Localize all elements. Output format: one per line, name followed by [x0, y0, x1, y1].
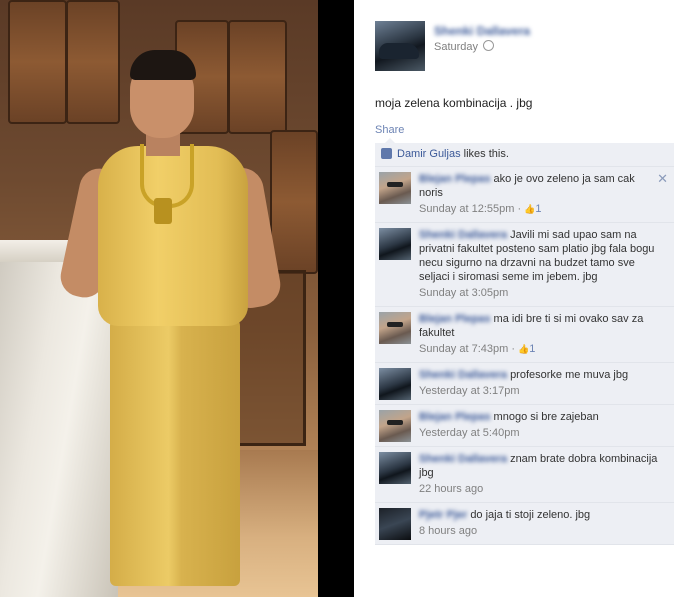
commenter-avatar[interactable]: [379, 410, 411, 442]
comment-meta: Sunday at 3:05pm: [419, 286, 658, 300]
post-time-text[interactable]: Saturday: [434, 41, 478, 53]
photo-viewer-gap: [318, 0, 354, 597]
post-column: Shenki Dallavera Saturday moja zelena ko…: [366, 8, 674, 545]
comment-timestamp[interactable]: Yesterday at 3:17pm: [419, 385, 520, 397]
commenter-avatar[interactable]: [379, 228, 411, 260]
commenter-avatar[interactable]: [379, 452, 411, 484]
comment-item: Blejan Plepas mnogo si bre zajeban Yesterd…: [375, 405, 674, 447]
comment-meta: 22 hours ago: [419, 482, 658, 496]
commenter-avatar[interactable]: [379, 172, 411, 204]
comment-meta: Yesterday at 5:40pm: [419, 426, 658, 440]
comment-meta: Yesterday at 3:17pm: [419, 384, 658, 398]
commenter-name[interactable]: Blejan Plepas: [419, 173, 491, 185]
meta-separator: ·: [508, 343, 519, 355]
post-photo[interactable]: [0, 0, 318, 597]
ufi-arrow: [385, 138, 395, 143]
comment-timestamp[interactable]: 22 hours ago: [419, 483, 483, 495]
author-avatar[interactable]: [375, 21, 425, 71]
comment-timestamp[interactable]: Yesterday at 5:40pm: [419, 427, 520, 439]
comment-item: Blejan Plepas ma idi bre ti si mi ovako s…: [375, 307, 674, 363]
comment-meta: Sunday at 12:55pm · 👍1: [419, 202, 658, 216]
comment-like-count[interactable]: 1: [529, 343, 535, 355]
commenter-name[interactable]: Blejan Plepas: [419, 313, 491, 325]
comment-item: Shenki Dallavera profesorke me muva jbg Ye…: [375, 363, 674, 405]
comment-timestamp[interactable]: 8 hours ago: [419, 525, 477, 537]
comment-body: Shenki Dallavera znam brate dobra kombina…: [419, 447, 658, 502]
comment-timestamp[interactable]: Sunday at 12:55pm: [419, 203, 514, 215]
comment-meta: Sunday at 7:43pm · 👍1: [419, 342, 658, 356]
comment-text: mnogo si bre zajeban: [493, 411, 599, 423]
post-text: moja zelena kombinacija . jbg: [375, 96, 533, 110]
cabinet-door: [8, 0, 67, 124]
commenter-name[interactable]: Blejan Plepas: [419, 411, 491, 423]
commenter-avatar[interactable]: [379, 312, 411, 344]
comment-like-count[interactable]: 1: [535, 203, 541, 215]
person-hair: [130, 50, 196, 80]
likes-suffix: likes this.: [463, 148, 509, 160]
comment-body: Pjetr Pjer do jaja ti stoji zeleno. jbg 8 …: [419, 503, 658, 544]
comment-timestamp[interactable]: Sunday at 7:43pm: [419, 343, 508, 355]
comment-body: Shenki Dallavera profesorke me muva jbg Ye…: [419, 363, 658, 404]
thumbs-up-icon[interactable]: 👍: [518, 344, 529, 354]
post-header: Shenki Dallavera Saturday: [366, 8, 674, 74]
globe-icon: [483, 40, 495, 51]
comment-meta: 8 hours ago: [419, 524, 658, 538]
close-icon[interactable]: ✕: [657, 171, 668, 187]
post-timestamp[interactable]: Saturday: [434, 40, 495, 53]
gold-pendant: [154, 198, 172, 224]
share-link[interactable]: Share: [375, 124, 404, 136]
comment-body: Blejan Plepas ako je ovo zeleno ja sam ca…: [419, 167, 658, 222]
commenter-name[interactable]: Shenki Dallavera: [419, 229, 507, 241]
comment-timestamp[interactable]: Sunday at 3:05pm: [419, 287, 508, 299]
liker-name[interactable]: Damir Guljas: [397, 148, 461, 160]
comment-text: do jaja ti stoji zeleno. jbg: [470, 509, 591, 521]
commenter-name[interactable]: Shenki Dallavera: [419, 369, 507, 381]
person-trousers: [110, 316, 240, 586]
thumbs-up-icon: [381, 148, 392, 159]
likes-row: Damir Guljas likes this.: [375, 143, 674, 167]
comments-section: Damir Guljas likes this. ✕ Blejan Plepas a…: [375, 138, 674, 545]
comment-item: ✕ Blejan Plepas ako je ovo zeleno ja sam c…: [375, 167, 674, 223]
comment-body: Shenki Dallavera Javili mi sad upao sam n…: [419, 223, 658, 306]
commenter-avatar[interactable]: [379, 368, 411, 400]
commenter-name[interactable]: Pjetr Pjer: [419, 509, 467, 521]
comment-text: profesorke me muva jbg: [510, 369, 629, 381]
author-name[interactable]: Shenki Dallavera: [434, 24, 530, 38]
comment-item: Shenki Dallavera Javili mi sad upao sam n…: [375, 223, 674, 307]
commenter-name[interactable]: Shenki Dallavera: [419, 453, 507, 465]
comment-body: Blejan Plepas mnogo si bre zajeban Yesterd…: [419, 405, 658, 446]
comment-item: Pjetr Pjer do jaja ti stoji zeleno. jbg 8 …: [375, 503, 674, 545]
meta-separator: ·: [514, 203, 525, 215]
comment-body: Blejan Plepas ma idi bre ti si mi ovako s…: [419, 307, 658, 362]
thumbs-up-icon[interactable]: 👍: [524, 204, 535, 214]
comment-item: Shenki Dallavera znam brate dobra kombina…: [375, 447, 674, 503]
person-figure: [56, 48, 290, 597]
commenter-avatar[interactable]: [379, 508, 411, 540]
comment-list: ✕ Blejan Plepas ako je ovo zeleno ja sam c…: [375, 167, 674, 545]
